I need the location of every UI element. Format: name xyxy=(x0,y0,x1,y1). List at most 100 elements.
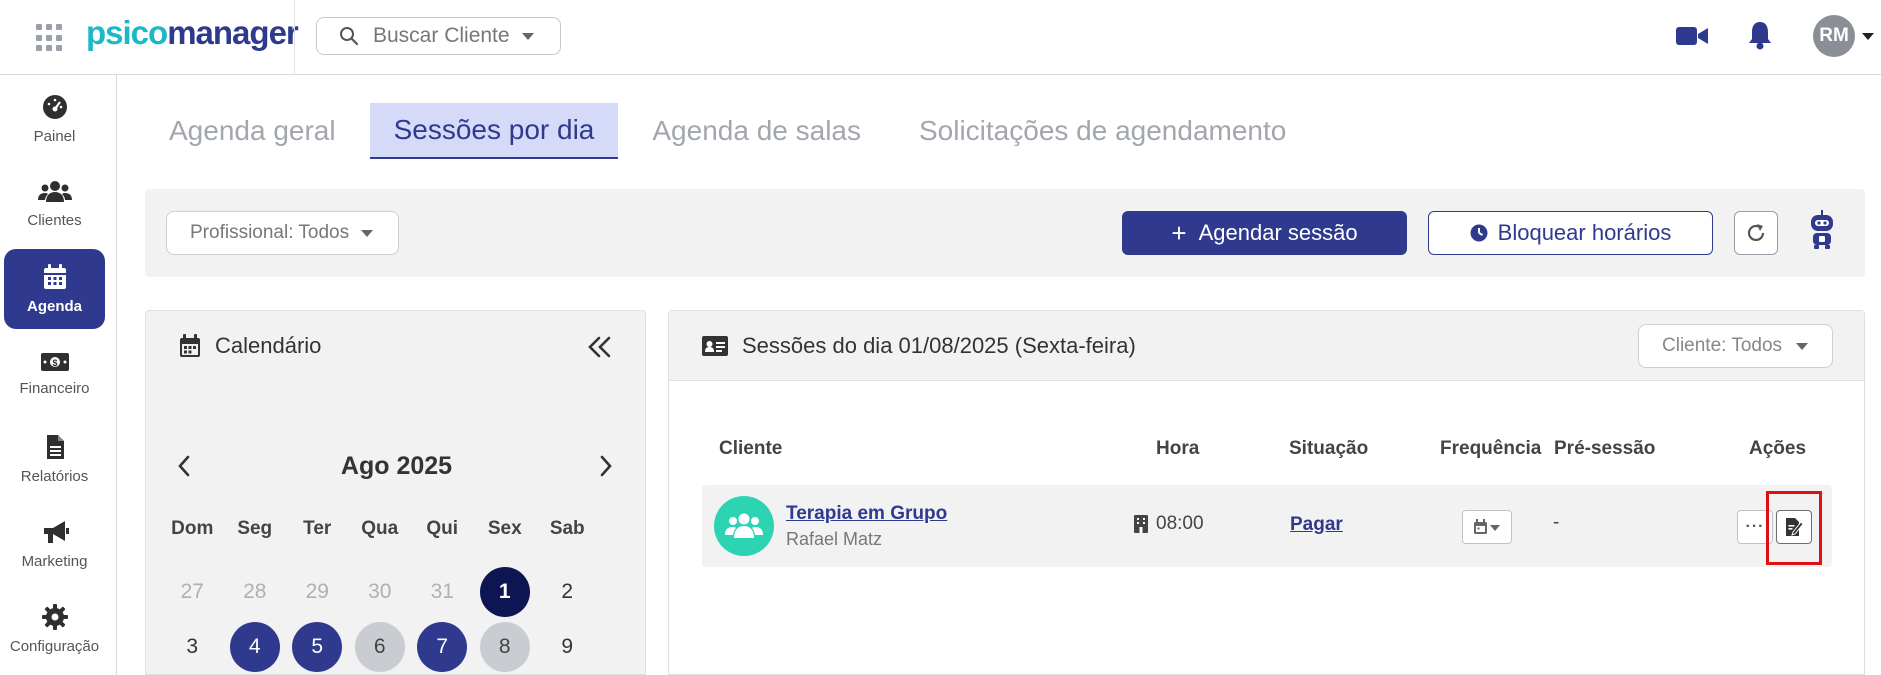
refresh-button[interactable] xyxy=(1734,211,1778,255)
column-header-pre-sessao: Pré-sessão xyxy=(1554,438,1656,459)
sidebar-item-label: Financeiro xyxy=(19,379,90,397)
video-camera-icon[interactable] xyxy=(1675,24,1709,53)
document-icon xyxy=(46,434,64,459)
chevron-down-icon xyxy=(521,32,534,40)
sidebar-item-label: Configuração xyxy=(9,637,100,655)
megaphone-icon xyxy=(43,520,69,543)
sidebar-item-configuracao[interactable]: Configuração xyxy=(4,589,105,669)
sidebar-item-label: Painel xyxy=(33,127,76,145)
client-search[interactable]: Buscar Cliente xyxy=(316,17,561,55)
weekday-label: Seg xyxy=(237,518,273,539)
user-avatar[interactable]: RM xyxy=(1813,15,1855,57)
weekday-label: Dom xyxy=(171,518,214,539)
sidebar-item-painel[interactable]: Painel xyxy=(4,79,105,159)
logo-part-manager: manager xyxy=(167,14,299,51)
sidebar-item-financeiro[interactable]: $ Financeiro xyxy=(4,334,105,414)
calendar-day[interactable]: 30 xyxy=(349,564,412,619)
edit-document-icon xyxy=(1786,518,1804,536)
sidebar: Painel Clientes Agenda $ Financeiro Rela… xyxy=(0,75,117,675)
apps-grid-icon[interactable] xyxy=(36,24,64,52)
agenda-toolbar: Profissional: Todos + Agendar sessão Blo… xyxy=(145,189,1865,277)
more-actions-button[interactable]: ··· xyxy=(1737,510,1773,544)
logo-part-psico: psico xyxy=(86,14,168,51)
session-time: 08:00 xyxy=(1156,513,1204,534)
month-label: Ago 2025 xyxy=(340,452,453,480)
user-menu-chevron-icon[interactable] xyxy=(1862,33,1874,40)
calendar-day[interactable]: 5 xyxy=(286,619,349,674)
header-divider xyxy=(294,0,295,75)
gear-icon xyxy=(41,603,68,630)
calendar-day-number: 31 xyxy=(430,579,454,603)
money-icon: $ xyxy=(40,352,69,371)
calendar-day-number: 27 xyxy=(180,579,204,603)
calendar-day-number: 1 xyxy=(479,566,530,617)
session-notes-button[interactable] xyxy=(1776,510,1812,544)
sidebar-item-relatorios[interactable]: Relatórios xyxy=(4,419,105,499)
calendar-day[interactable]: 27 xyxy=(161,564,224,619)
weekday-label: Sab xyxy=(549,518,585,539)
users-icon xyxy=(37,180,72,202)
calendar-day[interactable]: 28 xyxy=(224,564,287,619)
column-header-hora: Hora xyxy=(1156,438,1200,459)
search-icon xyxy=(340,27,359,46)
session-status-link[interactable]: Pagar xyxy=(1290,514,1343,536)
column-header-frequencia: Frequência xyxy=(1440,438,1542,459)
tab-sessoes-por-dia[interactable]: Sessões por dia xyxy=(369,103,619,159)
sidebar-item-agenda[interactable]: Agenda xyxy=(4,249,105,329)
client-filter-dropdown[interactable]: Cliente: Todos xyxy=(1638,324,1833,368)
app-logo[interactable]: psicomanager xyxy=(86,14,299,52)
tab-agenda-geral[interactable]: Agenda geral xyxy=(145,103,360,159)
calendar-day[interactable]: 1 xyxy=(474,564,537,619)
session-client-link[interactable]: Terapia em Grupo xyxy=(786,503,947,525)
sidebar-item-marketing[interactable]: Marketing xyxy=(4,504,105,584)
sessions-title: Sessões do dia 01/08/2025 (Sexta-feira) xyxy=(742,333,1136,358)
calendar-day[interactable]: 29 xyxy=(286,564,349,619)
calendar-day-number: 4 xyxy=(229,621,280,672)
dashboard-gauge-icon xyxy=(42,94,67,119)
pre-session-value: - xyxy=(1553,512,1560,533)
calendar-day-number: 2 xyxy=(561,579,574,603)
sessions-title-row: Sessões do dia 01/08/2025 (Sexta-feira) xyxy=(702,333,1136,359)
calendar-icon xyxy=(43,263,66,289)
sessions-panel: Sessões do dia 01/08/2025 (Sexta-feira) … xyxy=(668,310,1865,675)
tab-solicitacoes-de-agendamento[interactable]: Solicitações de agendamento xyxy=(895,103,1310,159)
calendar-day[interactable]: 4 xyxy=(224,619,287,674)
calendar-day[interactable]: 9 xyxy=(536,619,599,674)
schedule-session-button[interactable]: + Agendar sessão xyxy=(1122,211,1407,255)
collapse-calendar-icon[interactable] xyxy=(587,335,613,364)
chevron-right-icon[interactable] xyxy=(598,454,614,483)
calendar-day-number: 9 xyxy=(561,634,574,658)
robot-assistant-icon[interactable] xyxy=(1805,209,1839,254)
professional-filter-label: Profissional: Todos xyxy=(190,222,350,243)
bell-icon[interactable] xyxy=(1747,20,1773,55)
sidebar-item-label: Clientes xyxy=(27,211,82,229)
calendar-day[interactable]: 31 xyxy=(411,564,474,619)
calendar-day[interactable]: 8 xyxy=(474,619,537,674)
column-header-acoes: Ações xyxy=(1749,438,1807,459)
calendar-day[interactable]: 6 xyxy=(349,619,412,674)
column-header-cliente: Cliente xyxy=(719,438,783,459)
building-icon xyxy=(1134,515,1148,533)
clock-icon xyxy=(1470,224,1488,242)
chevron-down-icon xyxy=(361,229,374,237)
group-avatar xyxy=(714,496,774,556)
calendar-day[interactable]: 7 xyxy=(411,619,474,674)
search-placeholder: Buscar Cliente xyxy=(373,24,510,47)
month-navigation: Ago 2025 xyxy=(146,448,647,488)
calendar-day[interactable]: 2 xyxy=(536,564,599,619)
calendar-days: 27 28 29 30 31 1 2 3 4 5 6 7 8 9 xyxy=(161,564,631,674)
calendar-icon xyxy=(180,334,200,357)
sidebar-item-label: Marketing xyxy=(21,552,88,570)
sidebar-item-label: Agenda xyxy=(26,297,82,315)
block-hours-button[interactable]: Bloquear horários xyxy=(1428,211,1713,255)
tab-agenda-de-salas[interactable]: Agenda de salas xyxy=(628,103,885,159)
calendar-panel: Calendário Ago 2025 Dom Seg Ter Qua Qui … xyxy=(145,310,646,675)
weekday-label: Qua xyxy=(361,518,399,539)
sidebar-item-clientes[interactable]: Clientes xyxy=(4,164,105,244)
professional-filter-dropdown[interactable]: Profissional: Todos xyxy=(166,211,399,255)
calendar-day[interactable]: 3 xyxy=(161,619,224,674)
refresh-icon xyxy=(1747,224,1765,242)
frequency-dropdown[interactable] xyxy=(1462,510,1512,544)
calendar-repeat-icon xyxy=(1474,519,1500,534)
top-bar: psicomanager Buscar Cliente RM xyxy=(0,0,1881,75)
